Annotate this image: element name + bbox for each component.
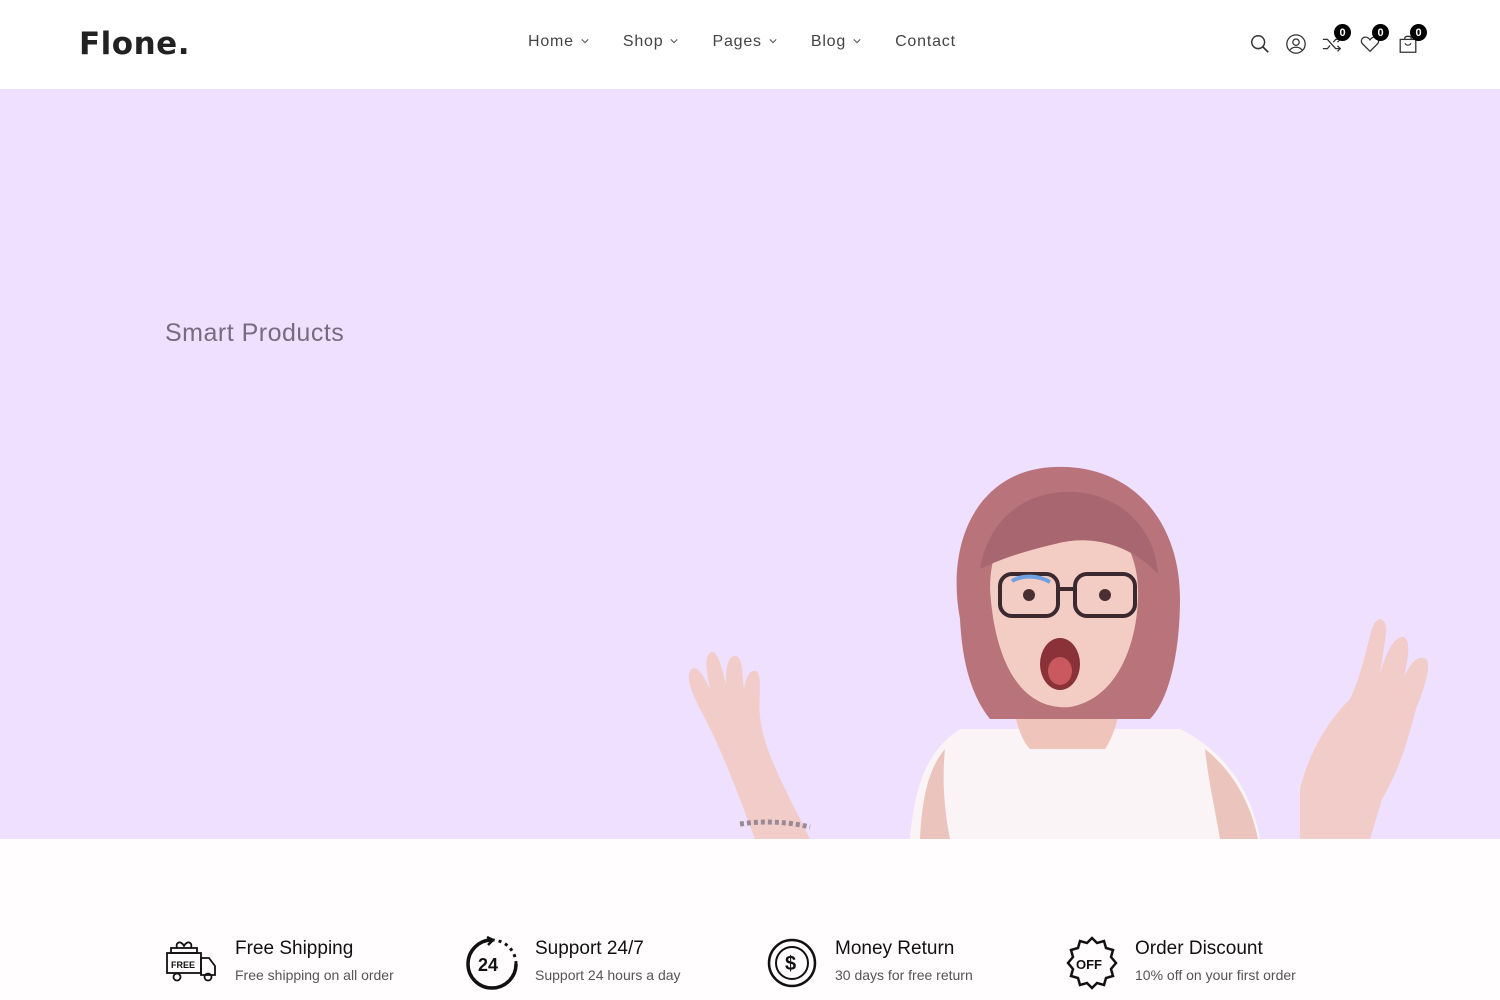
user-icon [1286, 34, 1306, 54]
feature-title: Free Shipping [235, 938, 354, 959]
money-return-icon: $ [767, 938, 817, 988]
feature-description: Support 24 hours a day [535, 967, 681, 983]
compare-button[interactable]: 0 [1319, 24, 1351, 56]
header-icon-group: 0 0 0 [1247, 24, 1427, 60]
feature-order-discount: OFF Order Discount 10% off on your first… [1065, 936, 1335, 1000]
wishlist-button[interactable]: 0 [1357, 24, 1389, 56]
svg-text:FREE: FREE [171, 960, 195, 970]
svg-text:$: $ [785, 953, 796, 975]
feature-title: Support 24/7 [535, 938, 644, 959]
chevron-down-icon [769, 39, 777, 44]
nav-item-label: Contact [895, 33, 956, 50]
nav-item-label: Home [528, 33, 574, 50]
feature-support: 24 Support 24/7 Support 24 hours a day [465, 936, 725, 1000]
feature-money-return: $ Money Return 30 days for free return [765, 936, 1025, 1000]
site-header: Flone. Home Shop Pages Blog Contact 0 0 … [0, 0, 1500, 88]
svg-text:OFF: OFF [1076, 957, 1102, 972]
hero-title: Smart Products [165, 319, 345, 347]
cart-button[interactable]: 0 [1395, 24, 1427, 56]
feature-free-shipping: FREE Free Shipping Free shipping on all … [165, 936, 425, 1000]
nav-item-label: Shop [622, 33, 664, 50]
wishlist-count-badge: 0 [1372, 24, 1389, 41]
hero-model-image [688, 466, 1429, 839]
nav-item-blog[interactable]: Blog [811, 33, 861, 51]
free-shipping-truck-icon: FREE [166, 941, 216, 982]
support-24-icon: 24 [466, 936, 518, 990]
account-button[interactable] [1283, 30, 1309, 56]
feature-description: Free shipping on all order [235, 967, 394, 983]
nav-item-label: Pages [712, 33, 762, 50]
features-section: FREE Free Shipping Free shipping on all … [0, 839, 1500, 1000]
feature-description: 30 days for free return [835, 967, 973, 983]
feature-title: Order Discount [1135, 938, 1263, 959]
nav-item-home[interactable]: Home [528, 33, 589, 51]
nav-item-contact[interactable]: Contact [895, 33, 956, 51]
chevron-down-icon [581, 39, 589, 44]
hero-slider: Smart Products [0, 89, 1500, 839]
search-icon [1251, 35, 1269, 53]
chevron-down-icon [670, 39, 679, 44]
svg-text:24: 24 [478, 955, 498, 975]
main-nav: Home Shop Pages Blog Contact [528, 30, 956, 54]
nav-item-pages[interactable]: Pages [712, 33, 777, 51]
feature-description: 10% off on your first order [1135, 967, 1296, 983]
compare-count-badge: 0 [1334, 24, 1351, 41]
discount-off-badge-icon: OFF [1066, 936, 1118, 990]
search-button[interactable] [1247, 30, 1273, 56]
nav-item-label: Blog [810, 33, 847, 50]
cart-count-badge: 0 [1410, 24, 1427, 41]
site-logo[interactable]: Flone. [79, 26, 190, 62]
chevron-down-icon [853, 39, 861, 44]
nav-item-shop[interactable]: Shop [623, 33, 679, 51]
feature-title: Money Return [835, 938, 955, 959]
